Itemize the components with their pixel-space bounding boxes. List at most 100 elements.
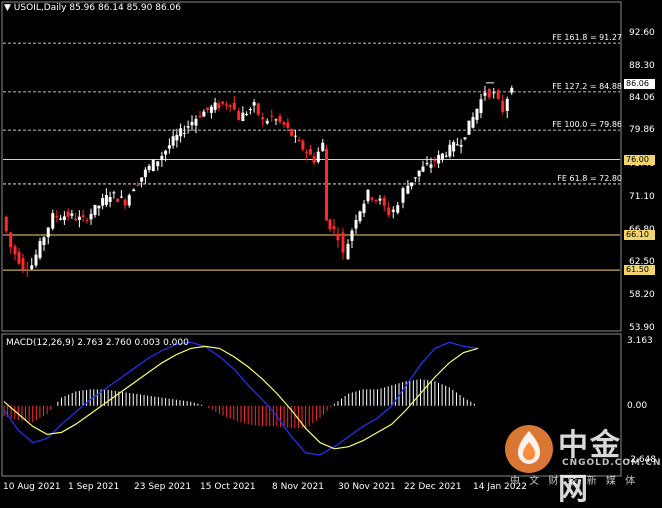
price-axis-label: 58.20 xyxy=(629,290,655,301)
candle-body xyxy=(104,194,108,205)
candle-body xyxy=(175,134,179,141)
candle-body xyxy=(147,165,151,170)
candle-body xyxy=(25,269,29,271)
chart-title: ▼ USOIL,Daily 85.96 86.14 85.90 86.06 xyxy=(4,3,181,14)
candle-body xyxy=(496,90,500,99)
candle-body xyxy=(332,226,336,230)
candle-body xyxy=(362,203,366,214)
candle-body xyxy=(206,107,210,110)
candle-body xyxy=(401,188,405,203)
candle-body xyxy=(341,232,345,253)
candle-body xyxy=(248,109,252,111)
current-price-badge: 86.06 xyxy=(624,79,655,89)
candle-body xyxy=(179,128,183,137)
candle-body xyxy=(440,153,444,160)
candle-body xyxy=(413,177,417,179)
candle-body xyxy=(354,219,358,229)
candle-body xyxy=(370,197,374,200)
candle-body xyxy=(308,149,312,155)
candle-body xyxy=(265,120,269,124)
candle-body xyxy=(387,207,391,216)
date-axis-label: 30 Nov 2021 xyxy=(338,482,396,492)
candle-body xyxy=(167,145,171,149)
candle-body xyxy=(160,155,164,161)
watermark-logo-icon xyxy=(505,425,553,473)
candle-body xyxy=(85,220,89,222)
candle-body xyxy=(293,135,297,137)
price-axis-label: 88.30 xyxy=(629,60,655,71)
candle-body xyxy=(9,232,13,248)
trading-chart[interactable]: ▼ USOIL,Daily 85.96 86.14 85.90 86.06 MA… xyxy=(0,0,662,507)
fibonacci-label: FE 161.8 = 91.27 xyxy=(552,33,622,43)
candle-body xyxy=(221,101,225,104)
candle-body xyxy=(463,137,467,140)
candle-body xyxy=(186,126,190,128)
candle-body xyxy=(202,111,206,117)
price-axis-label: 53.90 xyxy=(629,323,655,333)
candle-body xyxy=(123,199,127,206)
date-axis-label: 23 Sep 2021 xyxy=(134,482,192,492)
candle-body xyxy=(209,106,213,113)
level-price-badge: 61.50 xyxy=(624,265,655,276)
candle-body xyxy=(366,189,370,202)
macd-axis-label: 3.163 xyxy=(627,336,653,346)
candle-body xyxy=(256,103,260,115)
candle-body xyxy=(164,150,168,155)
candle-body xyxy=(140,177,144,182)
candle-body xyxy=(429,164,433,168)
candle-body xyxy=(274,119,278,121)
candle-body xyxy=(116,198,120,202)
candle-body xyxy=(55,215,59,218)
candle-body xyxy=(282,122,286,125)
candle-body xyxy=(241,112,245,122)
candle-body xyxy=(374,199,378,201)
fibonacci-label: FE 100.0 = 79.86 xyxy=(552,120,622,130)
candle-body xyxy=(350,230,354,241)
candle-body xyxy=(378,198,382,201)
candle-body xyxy=(483,92,487,96)
candle-body xyxy=(38,240,42,259)
candle-body xyxy=(261,117,265,120)
candle-body xyxy=(410,182,414,187)
candle-body xyxy=(505,98,509,112)
candle-body xyxy=(510,87,514,93)
candle-body xyxy=(421,166,425,172)
candle-body xyxy=(46,227,50,238)
candle-body xyxy=(396,205,400,213)
candle-body xyxy=(406,185,410,194)
price-axis-label: 84.06 xyxy=(629,93,655,104)
candle-body xyxy=(194,118,198,126)
candle-body xyxy=(224,104,228,106)
date-axis-label: 8 Nov 2021 xyxy=(272,482,324,492)
candle-body xyxy=(182,132,186,134)
candle-body xyxy=(425,163,429,165)
candle-body xyxy=(108,197,112,203)
candle-body xyxy=(252,102,256,106)
candle-body xyxy=(325,148,328,221)
candle-body xyxy=(42,237,46,245)
candle-body xyxy=(151,159,155,172)
candle-body xyxy=(136,185,140,187)
candle-body xyxy=(316,151,320,162)
chart-title-text: USOIL,Daily 85.96 86.14 85.90 86.06 xyxy=(13,3,181,13)
level-price-badge: 76.00 xyxy=(624,154,655,165)
candle-body xyxy=(286,122,290,128)
candle-body xyxy=(358,211,362,222)
candle-body xyxy=(437,154,441,164)
candle-body xyxy=(30,265,34,269)
macd-signal-line xyxy=(3,345,479,450)
collapse-triangle-icon[interactable]: ▼ xyxy=(4,3,11,13)
candle-body xyxy=(4,216,8,232)
candle-body xyxy=(21,258,25,270)
watermark-domain: CNGOLD.COM.CN xyxy=(562,458,662,468)
fibonacci-label: FE 61.8 = 72.80 xyxy=(557,173,622,183)
candle-body xyxy=(237,110,241,121)
candle-body xyxy=(74,218,78,221)
candle-body xyxy=(70,213,74,216)
price-axis-label: 71.10 xyxy=(629,191,655,202)
main-panel-frame xyxy=(1,1,622,332)
candle-body xyxy=(119,196,123,198)
candle-body xyxy=(346,243,350,260)
date-axis-label: 1 Sep 2021 xyxy=(68,482,120,492)
level-price-badge: 66.10 xyxy=(624,230,655,240)
